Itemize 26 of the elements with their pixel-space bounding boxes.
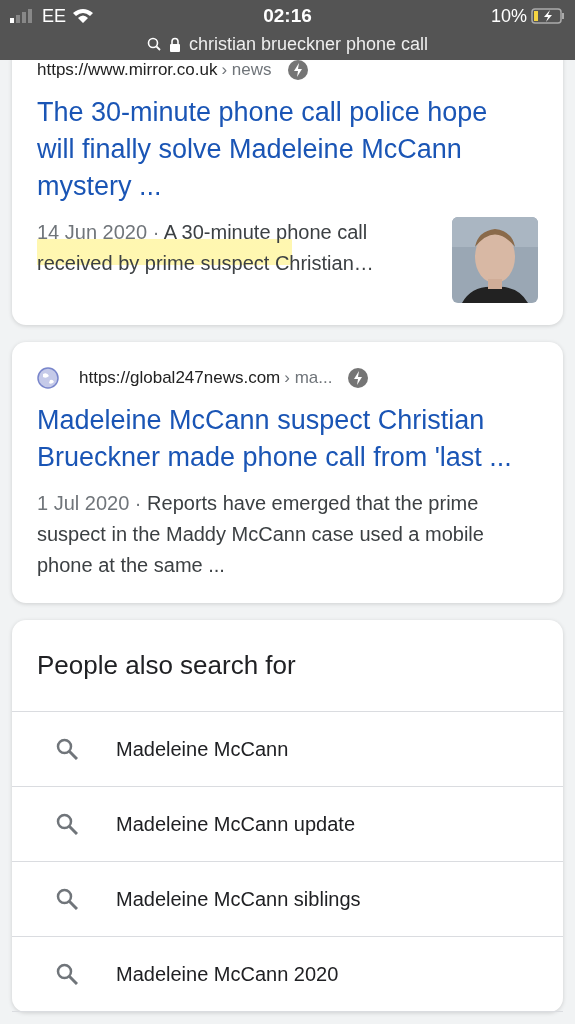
lock-icon [168,36,181,52]
carrier-name: EE [42,4,66,28]
search-icon [146,37,161,51]
battery-charging-icon [531,8,565,24]
clock: 02:16 [262,3,313,28]
battery-percent: 10% [490,4,527,28]
related-search-item[interactable]: Madeleine McCann siblings [12,862,563,937]
amp-lightning-icon [348,368,369,388]
wifi-icon [72,8,94,24]
amp-lightning-icon [287,60,308,80]
related-search-item[interactable]: Madeleine McCann 2020 [12,937,563,1012]
result-snippet: 1 Jul 2020 · Reports have emerged that the prime suspect in the Maddy McCann case used a mobile phone at the same ... [37,491,485,578]
related-search-item[interactable]: Madeleine McCann [12,712,563,787]
url-breadcrumb: › news [221,59,272,82]
result-title[interactable]: The 30-minute phone call police hope will finally solve Madeleine McCann mystery ... [37,94,538,205]
result-url: https://global247news.com [79,367,281,390]
result-url: https://www.mirror.co.uk [37,59,218,82]
search-icon [56,888,78,910]
search-icon [56,963,78,985]
search-icon [56,738,78,760]
related-search-item[interactable]: Madeleine McCann update [12,787,563,862]
search-icon [56,813,78,835]
section-heading: People also search for [12,620,563,712]
url-breadcrumb: › ma... [284,367,333,390]
result-title[interactable]: Madeleine McCann suspect Christian Brueckner made phone call from 'last ... [37,402,538,476]
address-bar[interactable]: christian brueckner phone call [188,30,429,58]
